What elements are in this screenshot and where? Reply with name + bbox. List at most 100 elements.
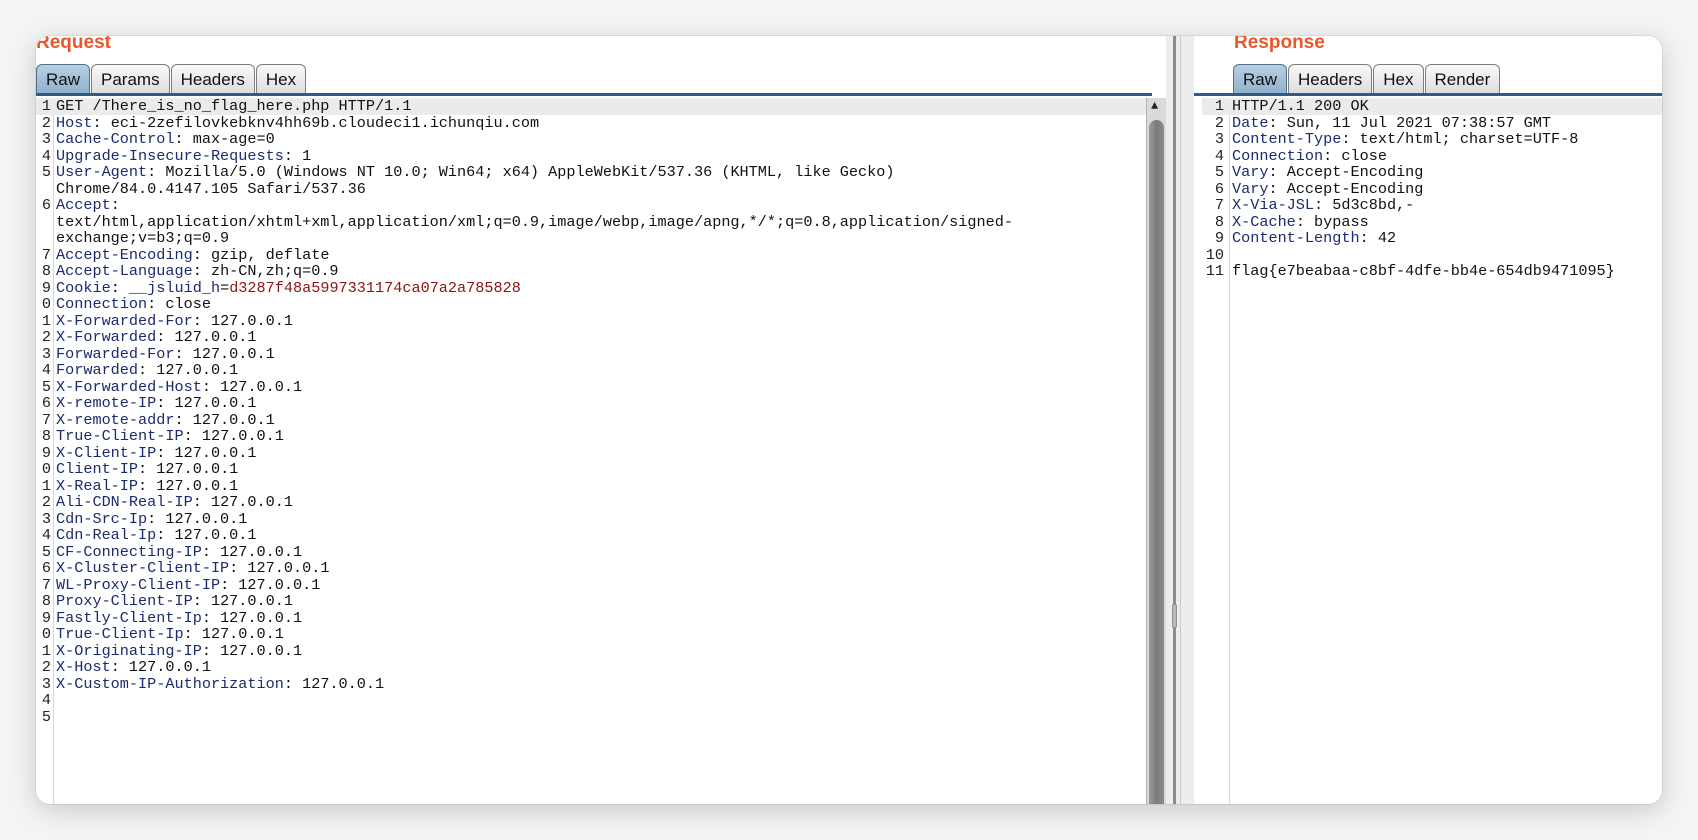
- header-name: True-Client-Ip: [56, 625, 184, 643]
- code-text: flag{e7beabaa-c8bf-4dfe-bb4e-654db947109…: [1232, 263, 1615, 280]
- header-value: Mozilla/5.0 (Windows NT 10.0; Win64; x64…: [165, 163, 895, 181]
- request-tab-raw[interactable]: Raw: [36, 64, 91, 94]
- header-name: X-Originating-IP: [56, 641, 202, 660]
- header-name: Connection: [1232, 146, 1324, 165]
- code-line: 5 X-Forwarded-Host: 127.0.0.1: [36, 378, 1166, 396]
- header-value: text/html; charset=UTF-8: [1359, 130, 1579, 148]
- line-number: 2: [41, 113, 51, 132]
- code-line: 8 X-Cache: bypass: [1202, 213, 1662, 231]
- header-value: 127.0.0.1: [247, 559, 330, 577]
- header-value: 127.0.0.1: [156, 361, 239, 379]
- response-tab-raw[interactable]: Raw: [1233, 64, 1288, 94]
- header-value: 127.0.0.1: [220, 641, 303, 660]
- request-tab-params[interactable]: Params: [91, 64, 170, 94]
- pane-splitter[interactable]: [1166, 36, 1194, 804]
- request-tab-underline: [36, 93, 1152, 96]
- request-editor[interactable]: 1 GET /There_is_no_flag_here.php HTTP/1.1…: [36, 98, 1166, 804]
- header-name: Vary: [1232, 163, 1269, 181]
- code-line: 1 HTTP/1.1 200 OK: [1202, 98, 1662, 115]
- line-number: 0: [41, 460, 51, 478]
- line-number: 1: [41, 98, 51, 115]
- code-text: Connection: close: [56, 295, 211, 313]
- code-text: X-remote-IP: 127.0.0.1: [56, 394, 257, 412]
- code-line: 0 Client-IP: 127.0.0.1: [36, 461, 1166, 478]
- code-text: HTTP/1.1 200 OK: [1232, 98, 1369, 115]
- line-number: 9: [41, 278, 51, 297]
- request-pane: Request Raw Params Headers Hex 1 GET /The…: [36, 36, 1166, 804]
- line-number: 3: [41, 509, 51, 528]
- line-number: 3: [41, 130, 51, 148]
- code-line: 4 Cdn-Real-Ip: 127.0.0.1: [36, 527, 1166, 544]
- header-name: Connection: [56, 295, 148, 313]
- header-name: Cdn-Src-Ip: [56, 509, 148, 528]
- header-value: eci-2zefilovkebknv4hh69b.cloudeci1.ichun…: [110, 113, 540, 132]
- header-value: 127.0.0.1: [192, 344, 275, 363]
- code-line: 3 Forwarded-For: 127.0.0.1: [36, 344, 1166, 363]
- scroll-up-arrow-icon[interactable]: ▲: [1151, 100, 1158, 112]
- request-scroll-thumb[interactable]: [1149, 120, 1164, 804]
- header-name: User-Agent: [56, 163, 148, 181]
- header-value: 127.0.0.1: [174, 328, 257, 346]
- line-text: Chrome/84.0.4147.105 Safari/537.36: [56, 179, 366, 198]
- header-name: X-Host: [56, 658, 111, 676]
- line-number: 0: [41, 295, 51, 313]
- response-title: Response: [1234, 36, 1325, 53]
- header-value: 127.0.0.1: [156, 460, 239, 478]
- code-line: 7 Accept-Encoding: gzip, deflate: [36, 245, 1166, 264]
- code-line: Chrome/84.0.4147.105 Safari/537.36: [36, 179, 1166, 198]
- header-name: Content-Type: [1232, 130, 1342, 148]
- code-line: exchange;v=b3;q=0.9: [36, 230, 1166, 247]
- code-line: 4 Forwarded: 127.0.0.1: [36, 362, 1166, 379]
- request-tab-headers[interactable]: Headers: [170, 64, 255, 94]
- line-text: flag{e7beabaa-c8bf-4dfe-bb4e-654db947109…: [1232, 262, 1615, 280]
- code-text: text/html,application/xhtml+xml,applicat…: [56, 213, 1013, 231]
- code-text: Forwarded: 127.0.0.1: [56, 361, 239, 379]
- header-name: Accept-Encoding: [56, 245, 193, 264]
- header-name: Upgrade-Insecure-Requests: [56, 146, 284, 165]
- code-line: 6 X-remote-IP: 127.0.0.1: [36, 395, 1166, 412]
- header-name: Accept: [56, 196, 111, 214]
- code-text: X-Originating-IP: 127.0.0.1: [56, 641, 303, 660]
- line-number: 5: [41, 163, 51, 181]
- code-line: 1 X-Forwarded-For: 127.0.0.1: [36, 312, 1166, 330]
- response-tab-headers[interactable]: Headers: [1288, 64, 1373, 94]
- code-line: 3 X-Custom-IP-Authorization: 127.0.0.1: [36, 674, 1166, 693]
- line-number: 6: [41, 559, 51, 577]
- code-text: Accept-Language: zh-CN,zh;q=0.9: [56, 262, 339, 280]
- header-value: 127.0.0.1: [238, 575, 321, 594]
- header-name: Cookie: [56, 278, 111, 297]
- line-number: 3: [41, 344, 51, 363]
- line-number: 11: [1205, 262, 1224, 280]
- code-text: Proxy-Client-IP: 127.0.0.1: [56, 592, 293, 610]
- code-line: 9 Content-Length: 42: [1202, 230, 1662, 247]
- header-name: X-Cluster-Client-IP: [56, 559, 230, 577]
- header-name: X-Real-IP: [56, 476, 139, 495]
- code-line: 7 X-Via-JSL: 5d3c8bd,-: [1202, 197, 1662, 214]
- line-number: 2: [41, 493, 51, 511]
- code-text: Accept-Encoding: gzip, deflate: [56, 245, 330, 264]
- header-value: close: [1341, 146, 1387, 165]
- response-tab-underline: [1194, 93, 1662, 96]
- header-value: 127.0.0.1: [192, 410, 275, 429]
- line-number: 5: [1214, 163, 1224, 181]
- code-text: True-Client-IP: 127.0.0.1: [56, 427, 284, 445]
- response-editor[interactable]: 1 HTTP/1.1 200 OK 2 Date: Sun, 11 Jul 2021 …: [1202, 98, 1662, 804]
- line-number: 4: [41, 526, 51, 544]
- response-tab-hex[interactable]: Hex: [1373, 64, 1424, 94]
- line-number: 0: [41, 625, 51, 643]
- request-scrollbar[interactable]: ▲: [1146, 98, 1166, 804]
- code-line: 9 X-Client-IP: 127.0.0.1: [36, 444, 1166, 462]
- line-text: exchange;v=b3;q=0.9: [56, 229, 230, 247]
- response-tab-render[interactable]: Render: [1424, 64, 1501, 94]
- request-tabs: Raw Params Headers Hex: [36, 64, 307, 94]
- header-value: 127.0.0.1: [174, 394, 257, 412]
- code-text: True-Client-Ip: 127.0.0.1: [56, 625, 284, 643]
- splitter-grip-handle[interactable]: [1172, 604, 1177, 628]
- header-value: Sun, 11 Jul 2021 07:38:57 GMT: [1286, 113, 1552, 132]
- request-tab-hex[interactable]: Hex: [255, 64, 307, 94]
- header-name: Host: [56, 113, 93, 132]
- header-value: 127.0.0.1: [302, 674, 385, 693]
- code-line: 5 CF-Connecting-IP: 127.0.0.1: [36, 543, 1166, 561]
- code-line: 1 GET /There_is_no_flag_here.php HTTP/1.1: [36, 98, 1166, 115]
- header-value: 1: [302, 146, 312, 165]
